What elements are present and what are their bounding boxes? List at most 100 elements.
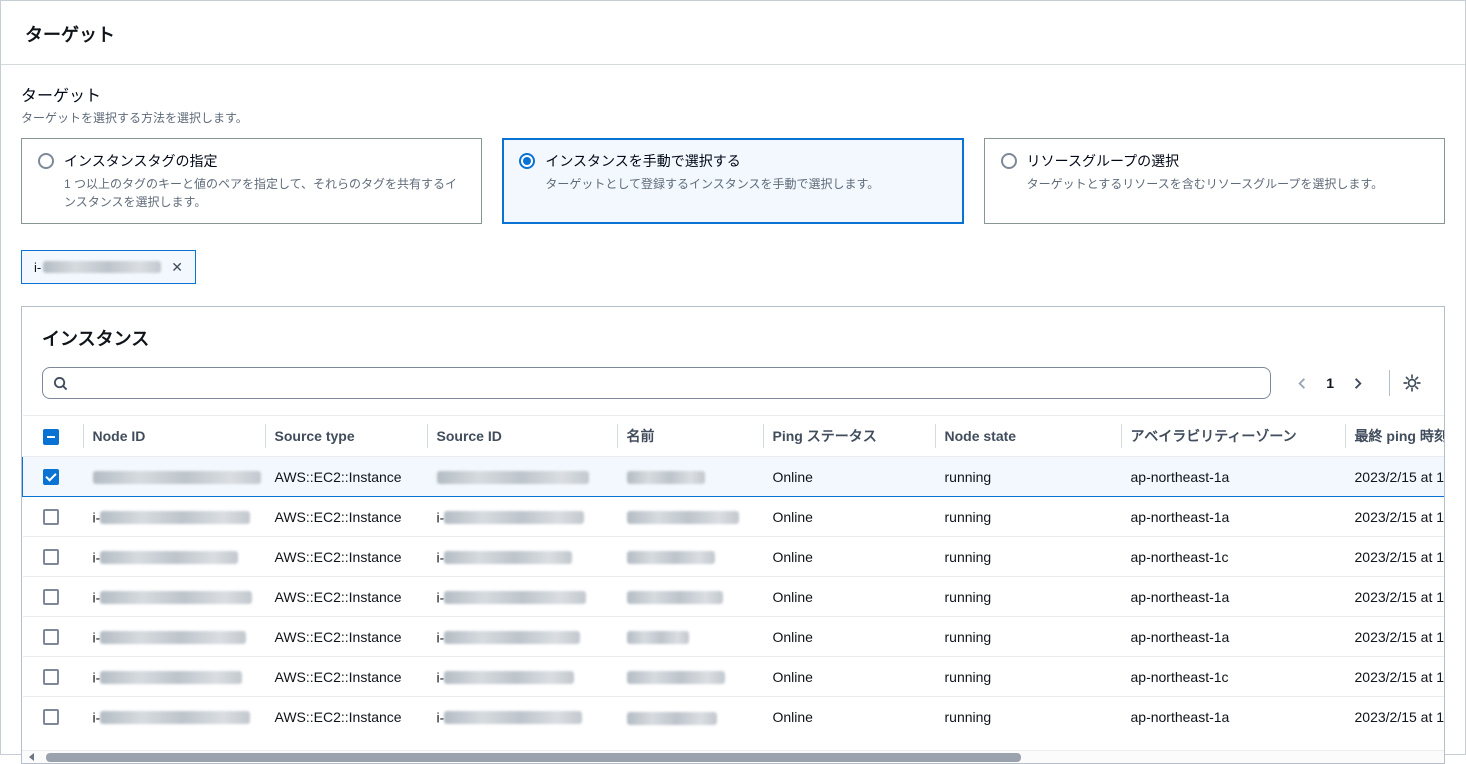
radio-button[interactable]: [1000, 153, 1017, 169]
node-id-redacted: [100, 590, 253, 604]
node-id-redacted: [100, 550, 239, 564]
pagination: 1: [1295, 375, 1365, 391]
source-id-redacted: [444, 550, 573, 564]
node-id-cell: i-: [82, 496, 265, 537]
source-type-cell: AWS::EC2::Instance: [264, 696, 427, 737]
source-type-cell: AWS::EC2::Instance: [264, 616, 427, 657]
row-checkbox[interactable]: [42, 669, 59, 686]
ping-status-cell: Online: [762, 456, 935, 497]
page-title: ターゲット: [25, 25, 115, 45]
gear-icon[interactable]: [1400, 373, 1424, 393]
table-row[interactable]: i- AWS::EC2::Instance i- Online running …: [22, 496, 1444, 537]
name-redacted: [626, 591, 723, 605]
scrollbar-thumb[interactable]: [46, 752, 1021, 762]
target-field-header: ターゲット ターゲットを選択する方法を選択します。: [21, 82, 1445, 126]
name-cell: [616, 696, 763, 737]
name-redacted: [626, 631, 689, 645]
source-id-redacted: [444, 710, 583, 724]
node-state-cell: running: [934, 656, 1121, 697]
node-state-cell: running: [934, 496, 1121, 537]
option-resource-group[interactable]: リソースグループの選択 ターゲットとするリソースを含むリソースグループを選択しま…: [983, 138, 1445, 224]
instance-filter-chip[interactable]: i- ✕: [21, 250, 196, 284]
row-checkbox[interactable]: [43, 469, 59, 486]
source-id-cell: [426, 456, 617, 497]
source-id-cell: i-: [426, 616, 617, 657]
instances-panel: インスタンス 1 Node ID Source type Source ID 名…: [21, 306, 1445, 764]
table-row[interactable]: i- AWS::EC2::Instance i- Online running …: [22, 656, 1444, 697]
availability-zone-cell: ap-northeast-1a: [1120, 496, 1345, 537]
search-icon: [53, 376, 68, 391]
availability-zone-cell: ap-northeast-1a: [1120, 576, 1345, 617]
option-description: 1 つ以上のタグのキーと値のペアを指定して、それらのタグを共有するインスタンスを…: [64, 177, 458, 209]
last-ping-cell: 2023/2/15 at 1: [1344, 616, 1444, 657]
target-method-options: インスタンスタグの指定 1 つ以上のタグのキーと値のペアを指定して、それらのタグ…: [21, 138, 1445, 224]
row-checkbox[interactable]: [42, 549, 59, 566]
node-id-cell: i-: [82, 696, 265, 737]
instances-panel-title: インスタンス: [42, 329, 150, 349]
instance-table-body: AWS::EC2::Instance Online running ap-nor…: [22, 456, 1444, 737]
source-id-cell: i-: [426, 656, 617, 697]
row-checkbox[interactable]: [42, 629, 59, 646]
select-all-checkbox[interactable]: [42, 428, 59, 445]
node-state-cell: running: [934, 576, 1121, 617]
last-ping-cell: 2023/2/15 at 1: [1344, 456, 1444, 497]
table-row[interactable]: i- AWS::EC2::Instance i- Online running …: [22, 576, 1444, 617]
name-redacted: [626, 471, 705, 485]
row-checkbox[interactable]: [42, 709, 59, 726]
table-row[interactable]: i- AWS::EC2::Instance i- Online running …: [22, 696, 1444, 737]
search-input[interactable]: [75, 375, 1261, 391]
source-id-redacted: [444, 510, 585, 524]
pagination-current-page[interactable]: 1: [1326, 375, 1334, 391]
col-source-type: Source type: [264, 415, 427, 457]
name-cell: [616, 656, 763, 697]
source-id-redacted: [444, 670, 575, 684]
name-redacted: [626, 551, 715, 565]
ping-status-cell: Online: [762, 656, 935, 697]
radio-button[interactable]: [519, 153, 536, 169]
row-checkbox[interactable]: [42, 589, 59, 606]
table-row[interactable]: i- AWS::EC2::Instance i- Online running …: [22, 616, 1444, 657]
option-description: ターゲットとして登録するインスタンスを手動で選択します。: [545, 177, 880, 191]
source-id-cell: i-: [426, 576, 617, 617]
source-type-cell: AWS::EC2::Instance: [264, 496, 427, 537]
chevron-left-icon[interactable]: [1295, 376, 1310, 391]
option-instance-tags[interactable]: インスタンスタグの指定 1 つ以上のタグのキーと値のペアを指定して、それらのタグ…: [21, 138, 483, 224]
last-ping-cell: 2023/2/15 at 1: [1344, 656, 1444, 697]
last-ping-cell: 2023/2/15 at 1: [1344, 696, 1444, 737]
radio-button[interactable]: [38, 153, 54, 169]
table-row[interactable]: AWS::EC2::Instance Online running ap-nor…: [22, 456, 1444, 497]
node-id-redacted: [92, 470, 261, 484]
target-field-label: ターゲット: [21, 88, 102, 105]
instance-search-box[interactable]: [42, 367, 1272, 399]
option-manual-select[interactable]: インスタンスを手動で選択する ターゲットとして登録するインスタンスを手動で選択し…: [502, 138, 964, 224]
option-label: リソースグループの選択: [1026, 153, 1180, 169]
source-type-cell: AWS::EC2::Instance: [264, 536, 427, 577]
ping-status-cell: Online: [762, 696, 935, 737]
chevron-right-icon[interactable]: [1350, 376, 1365, 391]
close-icon[interactable]: ✕: [171, 260, 183, 274]
node-state-cell: running: [934, 456, 1121, 497]
availability-zone-cell: ap-northeast-1a: [1120, 696, 1345, 737]
last-ping-cell: 2023/2/15 at 1: [1344, 496, 1444, 537]
last-ping-cell: 2023/2/15 at 1: [1344, 576, 1444, 617]
horizontal-scrollbar[interactable]: [22, 750, 1444, 763]
source-type-cell: AWS::EC2::Instance: [264, 656, 427, 697]
page-header: ターゲット: [1, 1, 1465, 65]
node-id-cell: i-: [82, 576, 265, 617]
ping-status-cell: Online: [762, 576, 935, 617]
name-redacted: [626, 711, 717, 725]
scroll-left-arrow-icon[interactable]: [29, 753, 34, 761]
ping-status-cell: Online: [762, 496, 935, 537]
name-cell: [616, 456, 763, 497]
availability-zone-cell: ap-northeast-1c: [1120, 656, 1345, 697]
node-state-cell: running: [934, 536, 1121, 577]
col-ping-status: Ping ステータス: [762, 415, 935, 457]
col-node-id: Node ID: [82, 415, 265, 457]
node-id-redacted: [100, 670, 243, 684]
row-checkbox[interactable]: [42, 509, 59, 526]
table-row[interactable]: i- AWS::EC2::Instance i- Online running …: [22, 536, 1444, 577]
table-header-row: Node ID Source type Source ID 名前 Ping ステ…: [22, 415, 1444, 457]
toolbar-divider: [1389, 370, 1390, 396]
source-type-cell: AWS::EC2::Instance: [264, 576, 427, 617]
chip-redacted-value: [43, 261, 162, 273]
